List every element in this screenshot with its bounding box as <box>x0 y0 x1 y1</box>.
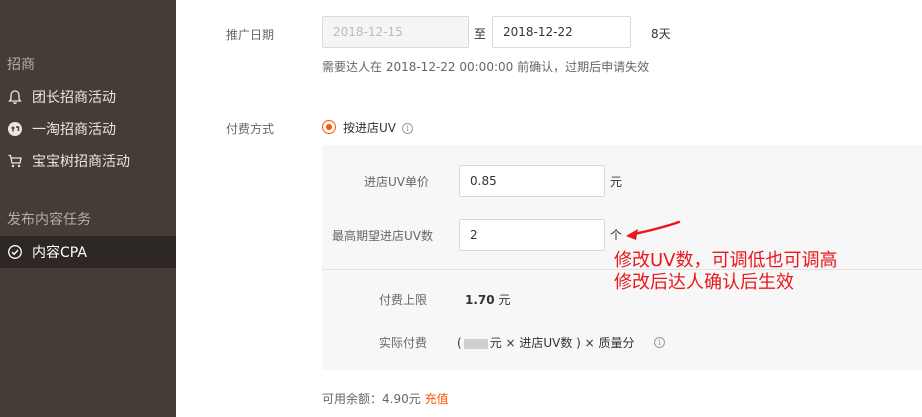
sidebar-item-label: 一淘招商活动 <box>32 122 116 138</box>
sidebar-group-title: 招商 <box>7 57 35 73</box>
end-date-input[interactable]: 2018-12-22 <box>492 16 631 48</box>
sidebar-item-content-cpa[interactable]: 内容CPA <box>0 236 176 268</box>
max-uv-unit: 个 <box>610 228 623 242</box>
available-balance: 可用余额：4.90元 充值 <box>322 390 449 407</box>
redacted-price <box>463 338 488 349</box>
sidebar: 招商 团长招商活动 一淘招商活动 宝宝树招商活动 发布内容任务 内容CPA <box>0 0 176 417</box>
date-separator: 至 <box>474 27 487 41</box>
main-content: 推广日期 2018-12-15 至 2018-12-22 8天 需要达人在 20… <box>176 0 922 417</box>
uv-payment-radio[interactable] <box>322 120 336 134</box>
check-circle-icon <box>7 244 23 260</box>
uv-payment-option-label[interactable]: 按进店UV <box>343 119 396 136</box>
unit-price-unit: 元 <box>610 175 623 189</box>
max-uv-input[interactable]: 2 <box>459 219 605 251</box>
sidebar-item-label: 宝宝树招商活动 <box>32 154 130 170</box>
max-uv-label: 最高期望进店UV数 <box>332 229 433 243</box>
promo-date-label: 推广日期 <box>226 28 275 42</box>
actual-pay-formula: ( 元 × 进店UV数 ) × 质量分 <box>457 334 635 351</box>
unit-price-label: 进店UV单价 <box>364 175 429 189</box>
pay-limit-amount: 1.70 <box>465 293 495 307</box>
sidebar-item-yitao[interactable]: 一淘招商活动 <box>0 113 176 145</box>
annotation-line-2: 修改后达人确认后生效 <box>614 272 794 293</box>
info-icon[interactable]: i <box>654 337 665 348</box>
start-date-input: 2018-12-15 <box>322 16 469 48</box>
app-root: 招商 团长招商活动 一淘招商活动 宝宝树招商活动 发布内容任务 内容CPA 推广… <box>0 0 922 417</box>
yitao-logo-icon <box>7 121 23 137</box>
cart-icon <box>7 153 23 169</box>
pay-limit-label: 付费上限 <box>379 293 428 307</box>
days-count: 8天 <box>651 27 671 41</box>
pay-limit-unit: 元 <box>498 293 511 307</box>
balance-label: 可用余额：4.90元 <box>322 392 421 406</box>
unit-price-input[interactable]: 0.85 <box>459 165 605 197</box>
payment-method-label: 付费方式 <box>226 122 275 136</box>
confirm-deadline-note: 需要达人在 2018-12-22 00:00:00 前确认，过期后申请失效 <box>322 60 650 74</box>
formula-rest: 元 × 进店UV数 ) × 质量分 <box>489 336 635 350</box>
bell-icon <box>7 89 23 105</box>
formula-open-paren: ( <box>457 336 462 350</box>
annotation-arrow-icon <box>626 220 681 240</box>
sidebar-item-label: 内容CPA <box>32 245 87 261</box>
annotation-line-1: 修改UV数，可调低也可调高 <box>614 250 838 271</box>
recharge-link[interactable]: 充值 <box>425 392 449 406</box>
pay-limit-value: 1.70 元 <box>465 291 510 308</box>
sidebar-item-babytree[interactable]: 宝宝树招商活动 <box>0 145 176 177</box>
sidebar-item-tuanzhang[interactable]: 团长招商活动 <box>0 81 176 113</box>
info-icon[interactable]: i <box>402 123 413 134</box>
sidebar-group-title: 发布内容任务 <box>7 212 91 228</box>
sidebar-item-label: 团长招商活动 <box>32 90 116 106</box>
actual-pay-label: 实际付费 <box>379 336 428 350</box>
